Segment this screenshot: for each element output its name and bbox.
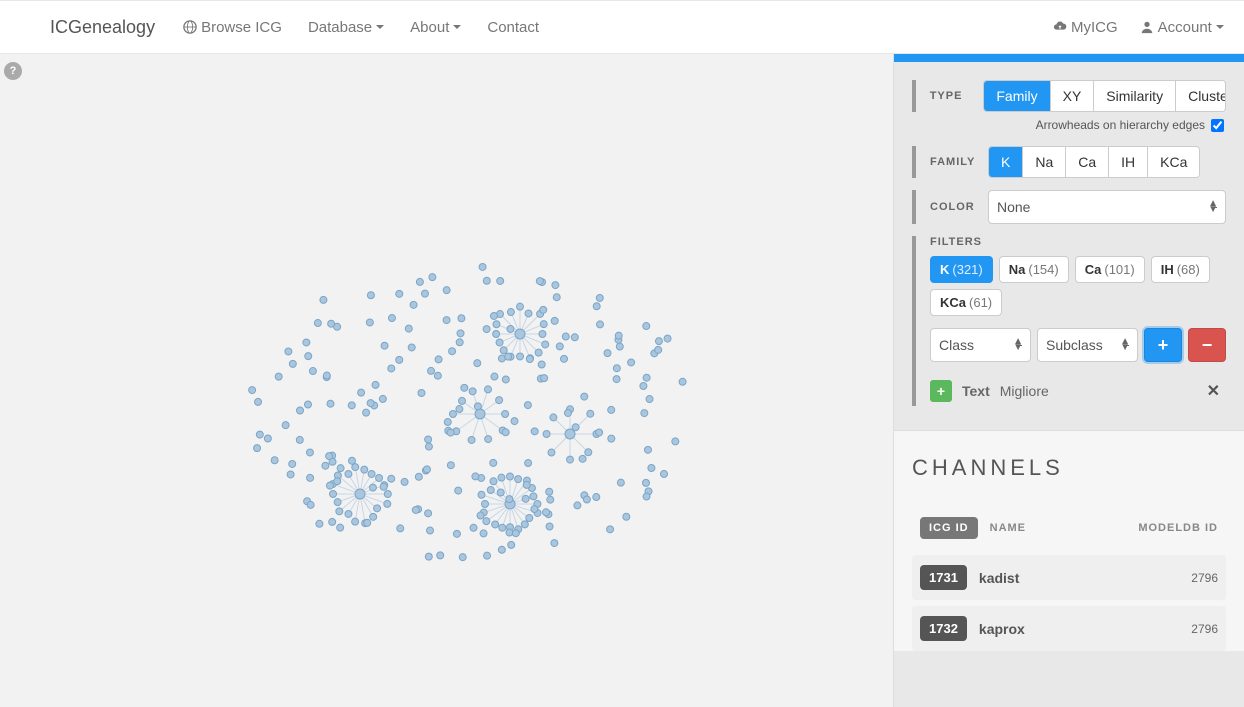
remove-filter-button[interactable]: − [1188,328,1226,362]
channel-name: kaprox [967,621,1158,637]
type-xy[interactable]: XY [1051,81,1095,111]
arrowheads-label: Arrowheads on hierarchy edges [1036,118,1205,132]
text-filter-row: + Text Migliore ✕ [930,376,1226,406]
section-bar [912,236,916,406]
channel-name: kadist [967,570,1158,586]
filters-block: FILTERS K (321)Na (154)Ca (101)IH (68) KC… [912,236,1226,406]
filter-chip-k[interactable]: K (321) [930,256,993,283]
add-text-filter-button[interactable]: + [930,380,952,402]
arrowheads-row: Arrowheads on hierarchy edges [912,118,1226,132]
filter-chip-na[interactable]: Na (154) [999,256,1069,283]
sidebar: TYPE FamilyXYSimilarityCluster Arrowhead… [894,54,1244,707]
color-select[interactable]: None [988,190,1226,224]
section-bar [912,146,916,178]
add-filter-button[interactable]: + [1144,328,1182,362]
channels-title: CHANNELS [912,455,1226,481]
filter-chip-ih[interactable]: IH (68) [1151,256,1210,283]
icg-id-badge: 1732 [920,616,967,641]
navbar: ICGenealogy Browse ICG Database About Co… [0,0,1244,54]
color-row: COLOR None ▲▼ [912,190,1226,224]
family-na[interactable]: Na [1023,147,1066,177]
accent-strip [894,54,1244,62]
icg-id-badge: 1731 [920,565,967,590]
caret-icon [453,25,461,29]
filter-chip-kca[interactable]: KCa (61) [930,289,1002,316]
color-label: COLOR [930,201,988,213]
help-button[interactable]: ? [4,62,22,80]
globe-icon [183,20,197,34]
channel-row[interactable]: 1732kaprox2796 [912,606,1226,651]
family-k[interactable]: K [989,147,1023,177]
arrowheads-checkbox[interactable] [1211,119,1224,132]
family-label: FAMILY [930,156,988,168]
nav-database[interactable]: Database [308,19,384,36]
nav-browse[interactable]: Browse ICG [183,19,282,36]
nav-account[interactable]: Account [1140,19,1224,36]
family-kca[interactable]: KCa [1148,147,1199,177]
nav-about[interactable]: About [410,19,461,36]
nav-contact[interactable]: Contact [487,19,539,36]
family-ca[interactable]: Ca [1066,147,1109,177]
modeldb-id: 2796 [1158,571,1218,585]
caret-icon [1216,25,1224,29]
graph-canvas[interactable]: ? [0,54,894,707]
type-row: TYPE FamilyXYSimilarityCluster [912,80,1226,112]
section-bar [912,190,916,224]
channels-panel: CHANNELS ICG ID NAME MODELDB ID 1731kadi… [894,430,1244,651]
nav-myicg[interactable]: MyICG [1053,19,1118,36]
col-icg-id: ICG ID [920,517,978,539]
modeldb-id: 2796 [1158,622,1218,636]
type-similarity[interactable]: Similarity [1094,81,1176,111]
brand[interactable]: ICGenealogy [50,17,155,38]
filters-label: FILTERS [930,236,1226,248]
network-graph[interactable] [220,254,720,594]
clear-text-filter-button[interactable]: ✕ [1207,381,1226,401]
type-label: TYPE [930,90,984,102]
text-filter-label: Text [962,383,990,399]
channels-header-row: ICG ID NAME MODELDB ID [912,507,1226,549]
class-select[interactable]: Class [930,328,1031,362]
type-family[interactable]: Family [984,81,1050,111]
text-filter-value: Migliore [1000,383,1197,399]
filter-chip-ca[interactable]: Ca (101) [1075,256,1145,283]
col-modeldb: MODELDB ID [1138,522,1218,534]
family-ih[interactable]: IH [1109,147,1148,177]
user-icon [1140,20,1154,34]
section-bar [912,80,916,112]
family-row: FAMILY KNaCaIHKCa [912,146,1226,178]
subclass-select[interactable]: Subclass [1037,328,1138,362]
channel-row[interactable]: 1731kadist2796 [912,555,1226,600]
caret-icon [376,25,384,29]
col-name: NAME [978,522,1139,534]
cloud-up-icon [1053,20,1067,34]
type-cluster[interactable]: Cluster [1176,81,1226,111]
